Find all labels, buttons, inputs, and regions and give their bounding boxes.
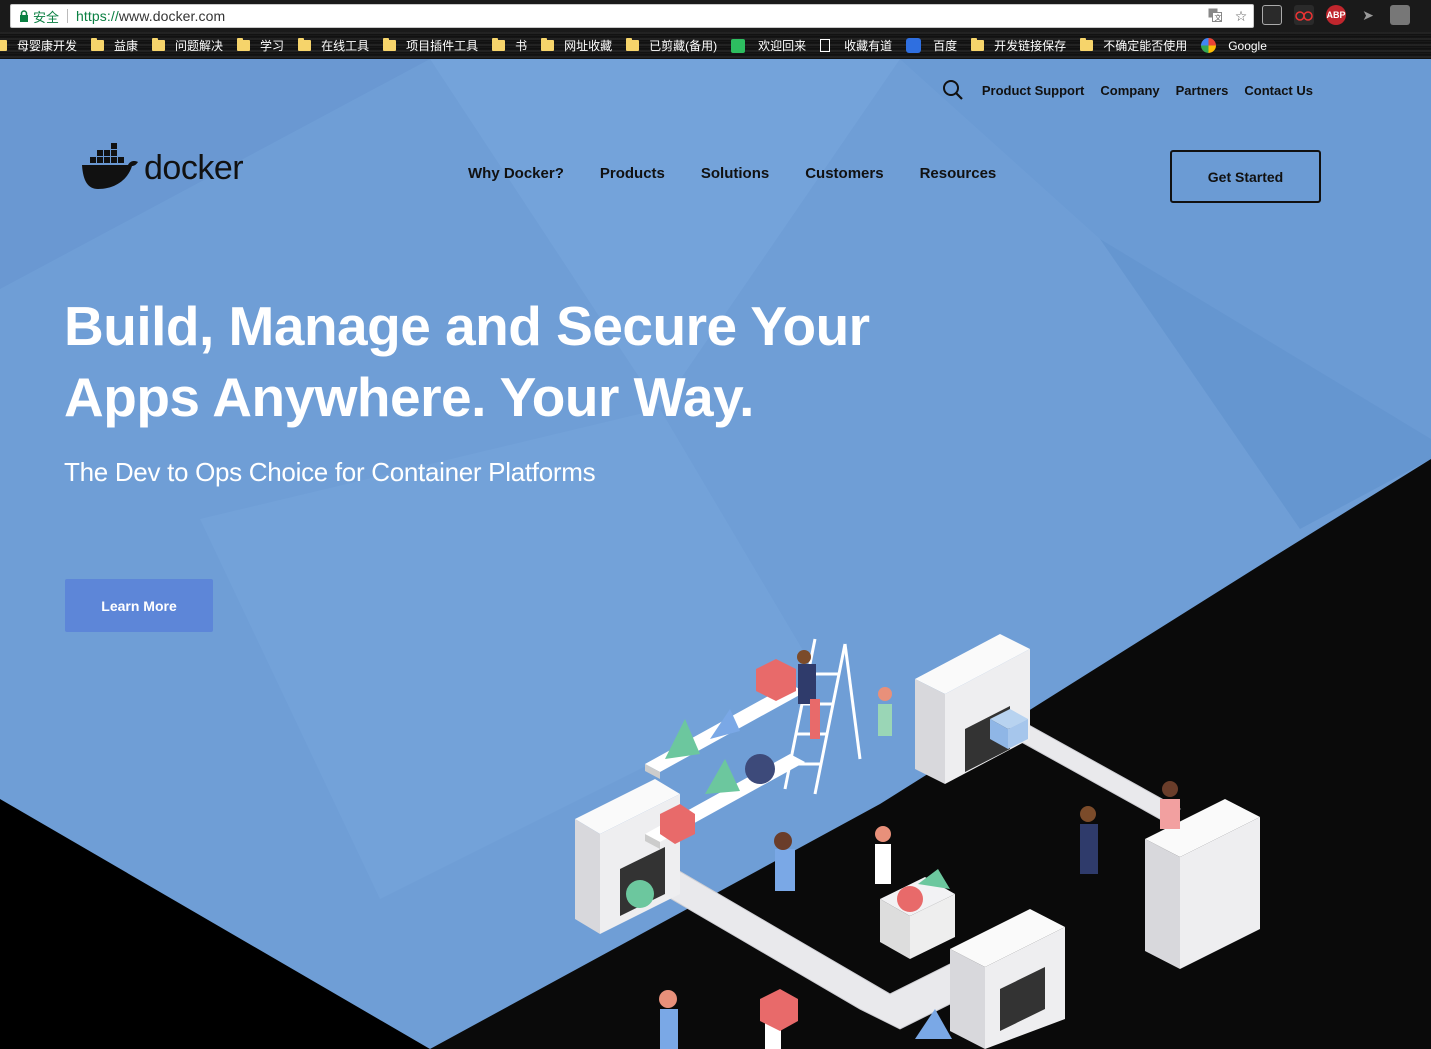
ladder: [783, 638, 862, 795]
nav-why-docker[interactable]: Why Docker?: [468, 165, 564, 182]
baidu-paw-icon: [906, 38, 922, 53]
pointer-extension-icon[interactable]: ➤: [1358, 5, 1378, 25]
bookmark-item[interactable]: 欢迎回来: [731, 37, 806, 54]
bookmark-item[interactable]: Google: [1201, 38, 1267, 53]
nav-contact-us[interactable]: Contact Us: [1244, 83, 1313, 98]
docker-logo[interactable]: docker: [82, 143, 244, 191]
lock-icon: [17, 4, 31, 28]
utility-nav: Product Support Company Partners Contact…: [942, 79, 1313, 101]
nav-partners[interactable]: Partners: [1176, 83, 1229, 98]
folder-icon: [237, 38, 251, 51]
bookmark-item[interactable]: 学习: [237, 37, 284, 54]
docker-whale-icon: [82, 143, 138, 189]
machine-bottom: [950, 909, 1065, 1049]
learn-more-button[interactable]: Learn More: [65, 579, 213, 632]
address-bar[interactable]: 安全 https://www.docker.com 文 ☆: [10, 4, 1254, 28]
bookmark-item[interactable]: 开发链接保存: [971, 37, 1066, 54]
google-icon: [1201, 38, 1217, 53]
main-nav: Why Docker? Products Solutions Customers…: [468, 165, 996, 182]
bookmark-item[interactable]: 已剪藏(备用): [626, 37, 717, 54]
nav-solutions[interactable]: Solutions: [701, 165, 769, 182]
url-scheme: https://: [76, 8, 119, 24]
shelves: [645, 684, 805, 849]
adblock-icon[interactable]: ABP: [1326, 5, 1346, 25]
logo-wordmark: docker: [144, 148, 244, 187]
bookmark-item[interactable]: 不确定能否使用: [1080, 37, 1187, 54]
bookmark-item[interactable]: 母婴康开发: [0, 37, 77, 54]
omnibox-divider: [67, 9, 69, 23]
nav-product-support[interactable]: Product Support: [982, 83, 1085, 98]
folder-icon: [0, 40, 7, 51]
docker-homepage: Product Support Company Partners Contact…: [0, 59, 1431, 1049]
bookmark-item[interactable]: 网址收藏: [541, 37, 612, 54]
browser-toolbar: 安全 https://www.docker.com 文 ☆ ABP ➤: [0, 0, 1431, 32]
folder-icon: [383, 38, 397, 51]
nav-products[interactable]: Products: [600, 165, 665, 182]
svg-text:文: 文: [1215, 13, 1222, 22]
cart: [880, 869, 955, 959]
hero-title-line-1: Build, Manage and Secure Your: [64, 295, 870, 357]
bookmark-item[interactable]: 问题解决: [152, 37, 223, 54]
nav-company[interactable]: Company: [1100, 83, 1159, 98]
extensions-bar: ABP ➤: [1262, 5, 1410, 25]
folder-icon: [91, 38, 105, 51]
url-text[interactable]: https://www.docker.com: [76, 8, 225, 24]
folder-icon: [298, 38, 312, 51]
bookmarks-bar: 母婴康开发 益康 问题解决 学习 在线工具 项目插件工具 书 网址收藏 已剪藏(…: [0, 32, 1431, 59]
folder-icon: [492, 38, 506, 51]
screenshot-extension-icon[interactable]: [1262, 5, 1282, 25]
bookmark-item[interactable]: 百度: [906, 37, 957, 54]
bookmark-item[interactable]: 在线工具: [298, 37, 369, 54]
url-host: www.docker.com: [118, 8, 226, 24]
hero-title-line-2: Apps Anywhere. Your Way.: [64, 366, 754, 428]
folder-icon: [541, 38, 555, 51]
folder-icon: [971, 38, 985, 51]
bookmark-item[interactable]: 收藏有道: [820, 37, 892, 54]
secure-label: 安全: [33, 9, 60, 25]
evernote-icon: [731, 38, 746, 53]
hero-subtitle: The Dev to Ops Choice for Container Plat…: [64, 457, 596, 487]
get-started-button[interactable]: Get Started: [1170, 150, 1321, 203]
bookmark-item[interactable]: 益康: [91, 37, 138, 54]
menu-extension-icon[interactable]: [1390, 5, 1410, 25]
machine-top-right: [915, 634, 1030, 784]
nav-customers[interactable]: Customers: [805, 165, 883, 182]
page-icon: [820, 39, 831, 52]
search-icon[interactable]: [942, 79, 964, 101]
nav-resources[interactable]: Resources: [920, 165, 997, 182]
spy-extension-icon[interactable]: [1294, 5, 1314, 25]
folder-icon: [1080, 38, 1094, 51]
folder-icon: [152, 38, 166, 51]
folder-icon: [626, 38, 640, 51]
bookmark-item[interactable]: 项目插件工具: [383, 37, 478, 54]
bookmark-star-icon[interactable]: ☆: [1233, 8, 1249, 25]
translate-icon[interactable]: 文: [1207, 8, 1223, 25]
bookmark-item[interactable]: 书: [492, 37, 527, 54]
factory-illustration: [575, 634, 1260, 1049]
hero-title: Build, Manage and Secure Your Apps Anywh…: [64, 291, 964, 433]
machine-left: [575, 779, 680, 934]
